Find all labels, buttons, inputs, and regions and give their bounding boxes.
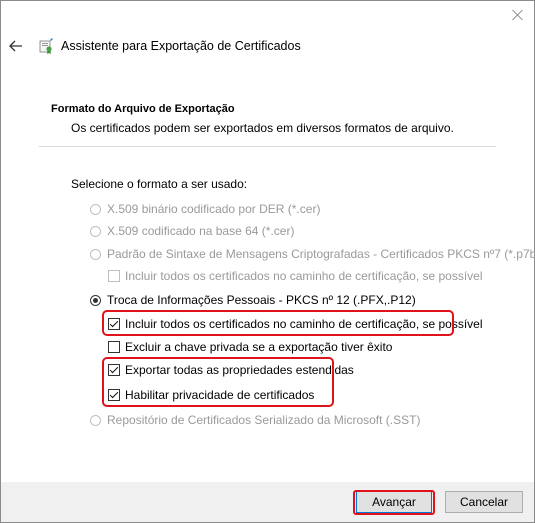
- radio-base64-label: X.509 codificado na base 64 (*.cer): [107, 224, 295, 238]
- highlight-next-button: [353, 490, 435, 515]
- radio-pkcs7-circle[interactable]: [90, 248, 101, 260]
- highlight-extended-options: [102, 357, 334, 407]
- back-arrow-icon[interactable]: [7, 37, 25, 55]
- radio-pkcs7-label: Padrão de Sintaxe de Mensagens Criptogra…: [107, 247, 535, 261]
- radio-der-label: X.509 binário codificado por DER (*.cer): [107, 202, 321, 216]
- checkbox-pfx-delete-key-box[interactable]: [108, 341, 120, 353]
- radio-sst[interactable]: Repositório de Certificados Serializado …: [90, 413, 420, 427]
- radio-pfx-label: Troca de Informações Pessoais - PKCS nº …: [107, 293, 416, 307]
- format-prompt: Selecione o formato a ser usado:: [71, 177, 248, 191]
- checkbox-pfx-delete-key[interactable]: Excluir a chave privada se a exportação …: [108, 340, 392, 354]
- checkbox-pkcs7-include-all-box[interactable]: [108, 270, 120, 282]
- checkbox-pkcs7-include-all[interactable]: Incluir todos os certificados no caminho…: [108, 269, 483, 283]
- close-icon[interactable]: [510, 7, 526, 23]
- radio-pfx[interactable]: Troca de Informações Pessoais - PKCS nº …: [90, 293, 416, 307]
- radio-der[interactable]: X.509 binário codificado por DER (*.cer): [90, 202, 320, 216]
- export-wizard-window: Assistente para Exportação de Certificad…: [0, 0, 535, 523]
- radio-pkcs7[interactable]: Padrão de Sintaxe de Mensagens Criptogra…: [90, 247, 535, 261]
- radio-base64-circle[interactable]: [90, 225, 101, 237]
- checkbox-pkcs7-include-all-label: Incluir todos os certificados no caminho…: [125, 269, 483, 283]
- cancel-button[interactable]: Cancelar: [445, 491, 523, 513]
- checkbox-pfx-delete-key-label: Excluir a chave privada se a exportação …: [125, 340, 393, 354]
- wizard-title: Assistente para Exportação de Certificad…: [61, 39, 301, 53]
- header-divider: [39, 146, 496, 147]
- page-description: Os certificados podem ser exportados em …: [71, 121, 454, 135]
- radio-sst-circle[interactable]: [90, 414, 101, 426]
- radio-base64[interactable]: X.509 codificado na base 64 (*.cer): [90, 224, 294, 238]
- radio-der-circle[interactable]: [90, 203, 101, 215]
- radio-pfx-circle[interactable]: [90, 294, 101, 306]
- certificate-wizard-icon: [39, 38, 53, 54]
- page-title: Formato do Arquivo de Exportação: [51, 103, 235, 115]
- highlight-include-all: [102, 310, 454, 336]
- radio-sst-label: Repositório de Certificados Serializado …: [107, 413, 421, 427]
